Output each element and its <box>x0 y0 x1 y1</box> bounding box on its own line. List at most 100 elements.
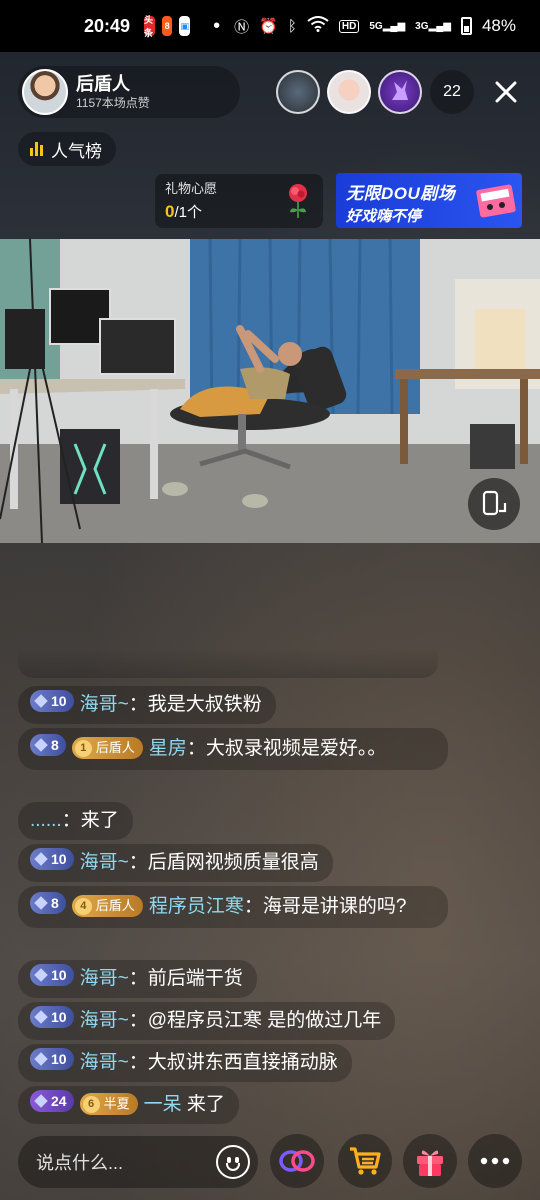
viewer-avatar-2[interactable] <box>327 70 371 114</box>
diamond-icon <box>34 852 48 866</box>
tv-app-icon: ▣ <box>179 16 191 36</box>
chat-username[interactable]: ...... <box>30 810 62 831</box>
clock: 20:49 <box>84 15 131 36</box>
viewer-avatar-1[interactable] <box>276 70 320 114</box>
ticket-mascot-icon <box>476 184 516 218</box>
rabbit-icon <box>392 80 408 100</box>
popularity-label: 人气榜 <box>51 141 102 161</box>
diamond-icon <box>34 896 48 910</box>
fan-club-badge: 6 半夏 <box>79 1093 138 1115</box>
viewer-avatar-3[interactable] <box>378 70 422 114</box>
chat-message[interactable]: 10 海哥~：前后端干货 <box>18 960 257 998</box>
gift-wish-rest: /1个 <box>174 204 202 221</box>
chat-message[interactable]: 24 6 半夏 一呆 来了 <box>18 1086 239 1124</box>
chat-text: 来了 <box>80 810 119 831</box>
level-number: 8 <box>51 895 59 911</box>
app-icon-8: 8 <box>161 16 173 36</box>
rotate-screen-button[interactable] <box>468 478 520 530</box>
chat-text: 大叔讲东西直接捅动脉 <box>147 1052 338 1073</box>
host-name: 后盾人 <box>76 74 130 94</box>
level-number: 8 <box>51 737 59 753</box>
fan-club-name: 半夏 <box>103 1096 130 1111</box>
chat-message[interactable]: 10 海哥~：@程序员江寒 是的做过几年 <box>18 1002 396 1040</box>
hd-icon: HD <box>338 19 360 33</box>
signal-3g-label: 3G <box>415 20 429 32</box>
dou-theater-banner[interactable]: 无限DOU剧场 好戏嗨不停 <box>336 173 522 228</box>
diamond-icon <box>34 968 48 982</box>
chat-message[interactable]: 8 4 后盾人 程序员江寒：海哥是讲课的吗? <box>18 886 448 928</box>
chat-username[interactable]: 海哥~ <box>80 968 129 989</box>
host-info-pill[interactable]: 后盾人 1157本场点赞 <box>18 66 240 118</box>
alarm-icon: ⏰ <box>259 18 278 35</box>
gift-button[interactable] <box>403 1134 457 1188</box>
link-icon <box>279 1150 315 1172</box>
rotate-screen-icon <box>482 490 507 516</box>
bar-chart-icon <box>30 142 43 156</box>
level-number: 10 <box>51 1009 67 1025</box>
status-bar: 20:49 头条 8 ▣ • Ⓝ ⏰ ᛒ HD 5G▂▄▆ 3G▂▄▆ 48% <box>0 0 540 52</box>
chat-username[interactable]: 海哥~ <box>80 1010 129 1031</box>
fan-level: 1 <box>74 739 92 757</box>
comment-input[interactable]: 说点什么... <box>18 1136 258 1188</box>
chat-username[interactable]: 一呆 <box>144 1094 182 1115</box>
notification-dot-icon: • <box>213 14 221 37</box>
close-button[interactable] <box>486 72 526 112</box>
chat-message[interactable]: ......：来了 <box>18 802 133 840</box>
fan-club-name: 后盾人 <box>95 740 135 755</box>
fan-club-name: 后盾人 <box>95 898 135 913</box>
chat-fade <box>18 648 438 678</box>
level-badge: 24 <box>30 1090 74 1112</box>
level-number: 10 <box>51 967 67 983</box>
host-likes: 1157本场点赞 <box>76 96 150 110</box>
gift-wish-card[interactable]: 礼物心愿 0/1个 <box>155 174 323 228</box>
signal-3g-icon: 3G▂▄▆ <box>415 20 451 32</box>
chat-username[interactable]: 海哥~ <box>80 1052 129 1073</box>
chat-message[interactable]: 10 海哥~：大叔讲东西直接捅动脉 <box>18 1044 352 1082</box>
chat-text: 我是大叔铁粉 <box>147 694 262 715</box>
fan-club-badge: 4 后盾人 <box>71 895 143 917</box>
link-mic-button[interactable] <box>270 1134 324 1188</box>
emoji-icon[interactable] <box>216 1145 250 1179</box>
chat-username[interactable]: 海哥~ <box>80 694 129 715</box>
nfc-icon: Ⓝ <box>234 18 250 36</box>
more-dots-icon <box>480 1157 510 1165</box>
level-badge: 8 <box>30 892 66 914</box>
chat-message[interactable]: 8 1 后盾人 星房：大叔录视频是爱好。。 <box>18 728 448 770</box>
diamond-icon <box>34 694 48 708</box>
popularity-rank-button[interactable]: 人气榜 <box>18 132 116 166</box>
signal-5g-label: 5G <box>369 20 383 32</box>
level-badge: 10 <box>30 1006 74 1028</box>
live-video-frame[interactable] <box>0 239 540 543</box>
level-number: 24 <box>51 1093 67 1109</box>
level-number: 10 <box>51 1051 67 1067</box>
toutiao-app-icon: 头条 <box>144 15 155 38</box>
level-number: 10 <box>51 851 67 867</box>
diamond-icon <box>34 1052 48 1066</box>
chat-message[interactable]: 10 海哥~：我是大叔铁粉 <box>18 686 276 724</box>
comment-placeholder: 说点什么... <box>36 1153 124 1173</box>
more-options-button[interactable] <box>468 1134 522 1188</box>
chat-text: 海哥是讲课的吗? <box>262 896 407 917</box>
chat-username[interactable]: 程序员江寒 <box>149 896 244 917</box>
host-avatar[interactable] <box>22 69 68 115</box>
shopping-cart-icon <box>350 1147 381 1175</box>
gift-icon <box>417 1150 443 1176</box>
chat-username[interactable]: 星房 <box>149 738 187 759</box>
close-icon <box>495 81 517 103</box>
chat-username[interactable]: 海哥~ <box>80 852 129 873</box>
chat-text: @程序员江寒 是的做过几年 <box>147 1010 382 1031</box>
signal-5g-icon: 5G▂▄▆ <box>369 20 406 32</box>
battery-percent: 48% <box>481 16 516 35</box>
viewer-count[interactable]: 22 <box>430 70 474 114</box>
chat-text: 来了 <box>186 1094 225 1115</box>
chat-text: 后盾网视频质量很高 <box>147 852 319 873</box>
level-badge: 10 <box>30 848 74 870</box>
fan-level: 6 <box>82 1095 100 1113</box>
rose-icon <box>289 184 307 218</box>
battery-icon <box>460 17 472 35</box>
fan-level: 4 <box>74 897 92 915</box>
chat-message[interactable]: 10 海哥~：后盾网视频质量很高 <box>18 844 333 882</box>
level-badge: 8 <box>30 734 66 756</box>
chat-text: 前后端干货 <box>147 968 243 989</box>
shopping-cart-button[interactable] <box>338 1134 392 1188</box>
